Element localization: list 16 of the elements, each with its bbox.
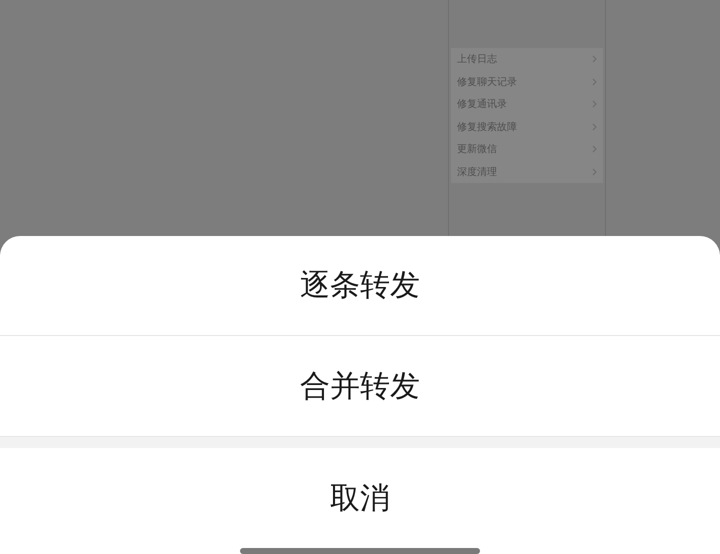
setting-item[interactable]: 深度清理 bbox=[457, 164, 497, 179]
setting-item[interactable]: 修复搜索故障 bbox=[457, 120, 517, 134]
forward-option[interactable]: 合并转发 bbox=[0, 336, 720, 436]
setting-item[interactable]: 上传日志 bbox=[457, 52, 497, 66]
chevron-icon bbox=[592, 78, 597, 86]
setting-item[interactable]: 修复通讯录 bbox=[457, 97, 507, 112]
chevron-icon bbox=[592, 55, 597, 64]
chevron-icon bbox=[592, 122, 597, 131]
setting-item[interactable]: 修复聊天记录 bbox=[457, 74, 517, 89]
chevron-icon bbox=[592, 168, 597, 176]
setting-item[interactable]: 更新微信 bbox=[457, 142, 497, 156]
chevron-icon bbox=[592, 145, 597, 154]
forward-option[interactable]: 逐条转发 bbox=[0, 236, 720, 336]
home-indicator[interactable] bbox=[240, 548, 480, 554]
cancel-button[interactable]: 取消 bbox=[0, 448, 720, 548]
chevron-icon bbox=[592, 100, 597, 108]
